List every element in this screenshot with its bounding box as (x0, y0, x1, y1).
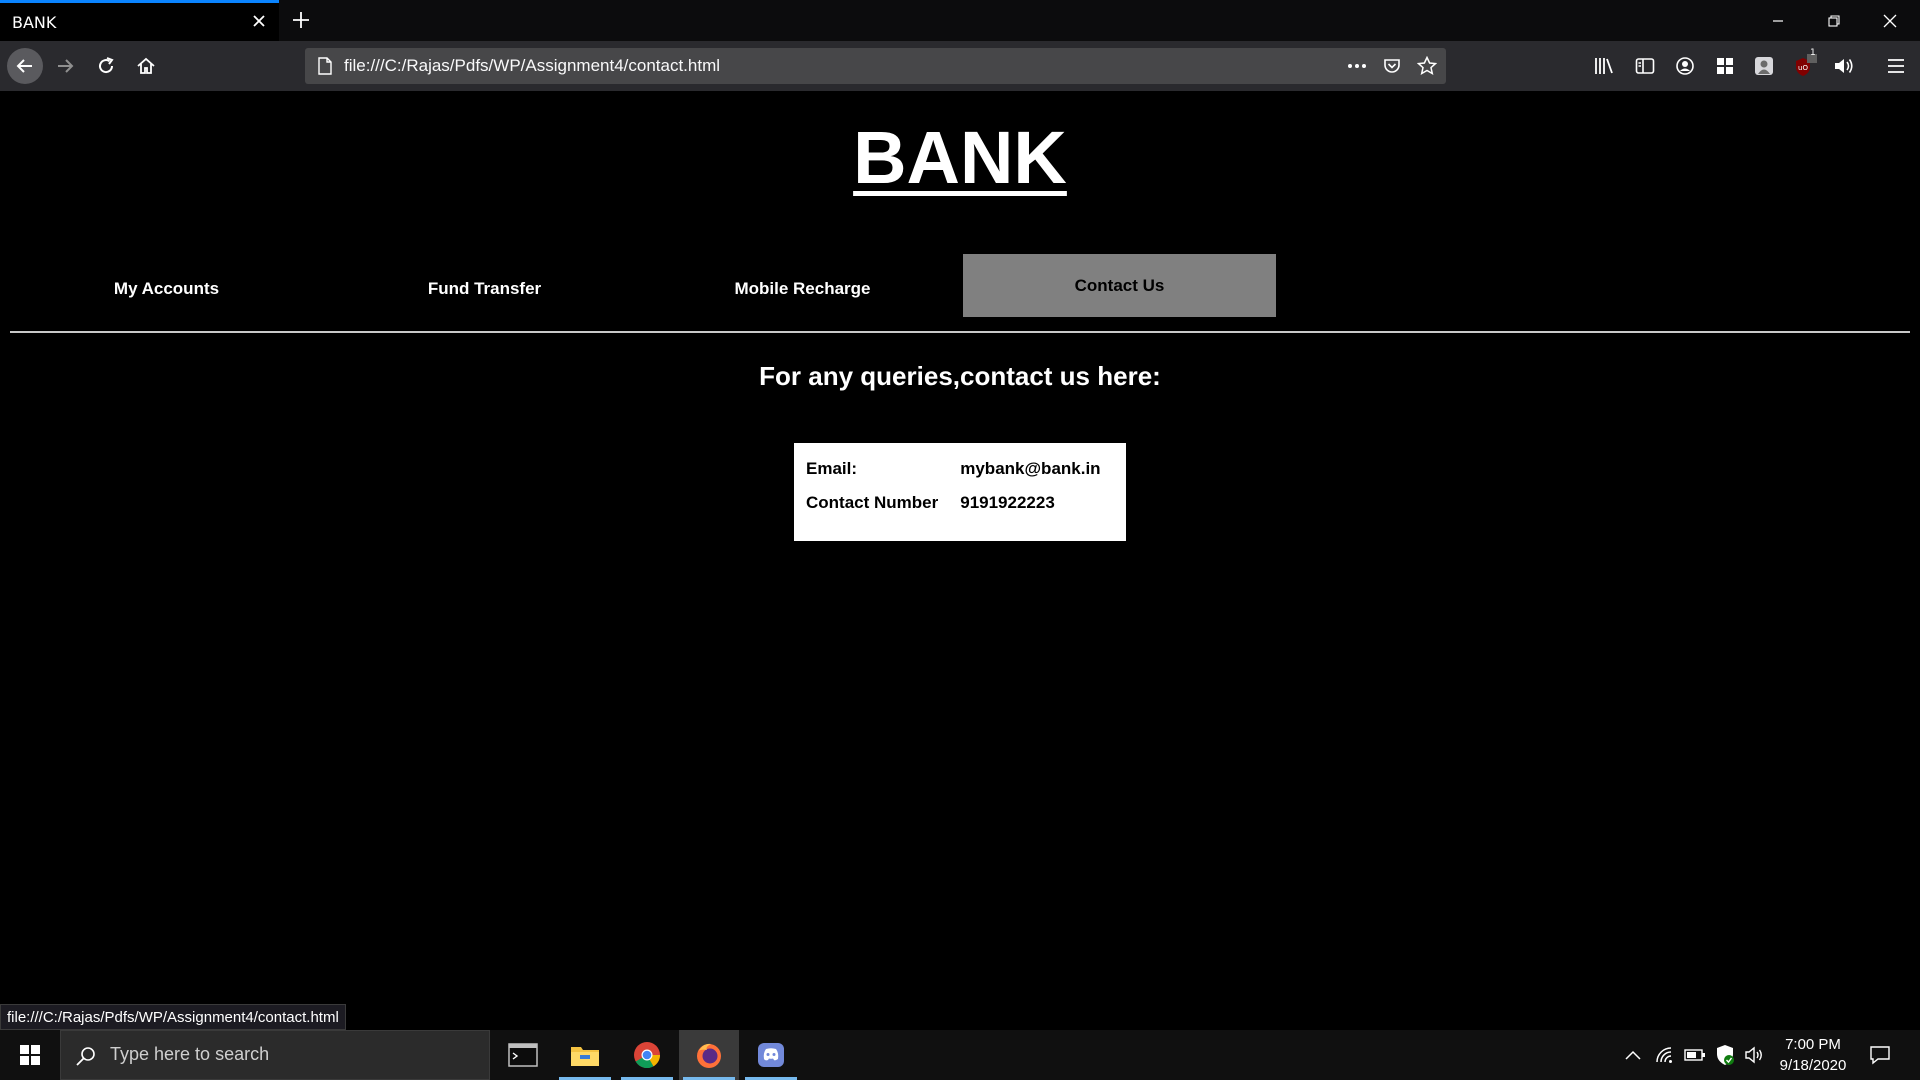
contact-table: Email: mybank@bank.in Contact Number 919… (794, 443, 1126, 541)
phone-label: Contact Number (806, 493, 939, 512)
sidebar-icon[interactable] (1632, 53, 1658, 79)
clock-date: 9/18/2020 (1779, 1057, 1847, 1074)
email-value: mybank@bank.in (960, 459, 1101, 478)
taskbar: Type here to search 7:00 PM 9/18/2020 (0, 1030, 1920, 1080)
url-text: file:///C:/Rajas/Pdfs/WP/Assignment4/con… (344, 56, 721, 75)
new-tab-icon[interactable] (289, 8, 313, 32)
bookmark-star-icon[interactable] (1416, 55, 1438, 77)
taskbar-clock[interactable]: 7:00 PM 9/18/2020 (1768, 1034, 1858, 1076)
minimize-icon[interactable] (1750, 0, 1806, 41)
nav-mobile-recharge[interactable]: Mobile Recharge (646, 254, 959, 324)
main-nav: My Accounts Fund Transfer Mobile Recharg… (10, 254, 1910, 324)
forward-icon[interactable] (47, 48, 83, 84)
home-icon[interactable] (128, 48, 164, 84)
container-extension-icon[interactable] (1751, 53, 1777, 79)
nav-fund-transfer[interactable]: Fund Transfer (328, 254, 641, 324)
battery-icon[interactable] (1683, 1043, 1707, 1067)
discord-icon[interactable] (741, 1030, 801, 1080)
back-icon[interactable] (7, 48, 43, 84)
pocket-icon[interactable] (1381, 55, 1403, 77)
contact-heading: For any queries,contact us here: (759, 361, 1161, 391)
clock-time: 7:00 PM (1785, 1036, 1841, 1053)
nav-divider (10, 331, 1910, 333)
speaker-icon[interactable] (1831, 53, 1857, 79)
table-row: Email: mybank@bank.in (806, 459, 1111, 479)
page-icon (314, 55, 336, 77)
address-bar[interactable]: file:///C:/Rajas/Pdfs/WP/Assignment4/con… (305, 48, 1446, 84)
nav-contact-us[interactable]: Contact Us (963, 254, 1276, 317)
account-icon[interactable] (1672, 53, 1698, 79)
tab-strip: BANK (0, 0, 1920, 41)
navigation-toolbar: file:///C:/Rajas/Pdfs/WP/Assignment4/con… (0, 41, 1920, 91)
nav-my-accounts[interactable]: My Accounts (10, 254, 323, 324)
chevron-up-icon[interactable] (1621, 1043, 1645, 1067)
search-icon (75, 1045, 97, 1071)
brand-heading: BANK (0, 115, 1920, 200)
library-icon[interactable] (1591, 53, 1617, 79)
windows-start-icon[interactable] (0, 1030, 60, 1080)
tab-bank[interactable]: BANK (0, 0, 279, 41)
page-actions-icon[interactable] (1346, 55, 1368, 77)
close-tab-icon[interactable] (250, 12, 268, 30)
tab-title: BANK (12, 13, 57, 32)
phone-value: 9191922223 (960, 493, 1055, 512)
firefox-icon[interactable] (679, 1030, 739, 1080)
menu-icon[interactable] (1883, 53, 1909, 79)
brand-title: BANK (853, 116, 1067, 199)
chrome-icon[interactable] (617, 1030, 677, 1080)
close-window-icon[interactable] (1862, 0, 1918, 41)
ublock-badge: 1 (1810, 48, 1816, 58)
search-placeholder: Type here to search (110, 1044, 270, 1064)
reload-icon[interactable] (88, 48, 124, 84)
restore-icon[interactable] (1806, 0, 1862, 41)
status-link-preview: file:///C:/Rajas/Pdfs/WP/Assignment4/con… (0, 1004, 346, 1030)
wifi-icon[interactable] (1653, 1043, 1677, 1067)
email-label: Email: (806, 459, 858, 478)
extensions-icon[interactable] (1712, 53, 1738, 79)
defender-shield-icon[interactable] (1713, 1043, 1737, 1067)
browser-window: BANK file:///C:/Rajas/Pdfs/WP/Assignment… (0, 0, 1920, 1080)
notifications-icon[interactable] (1868, 1043, 1892, 1067)
taskbar-search[interactable]: Type here to search (60, 1030, 490, 1080)
volume-icon[interactable] (1743, 1043, 1767, 1067)
svg-text:uO: uO (1798, 64, 1808, 72)
table-row: Contact Number 9191922223 (806, 493, 1111, 513)
terminal-icon[interactable] (493, 1030, 553, 1080)
page-content: BANK My Accounts Fund Transfer Mobile Re… (0, 91, 1920, 1030)
file-explorer-icon[interactable] (555, 1030, 615, 1080)
